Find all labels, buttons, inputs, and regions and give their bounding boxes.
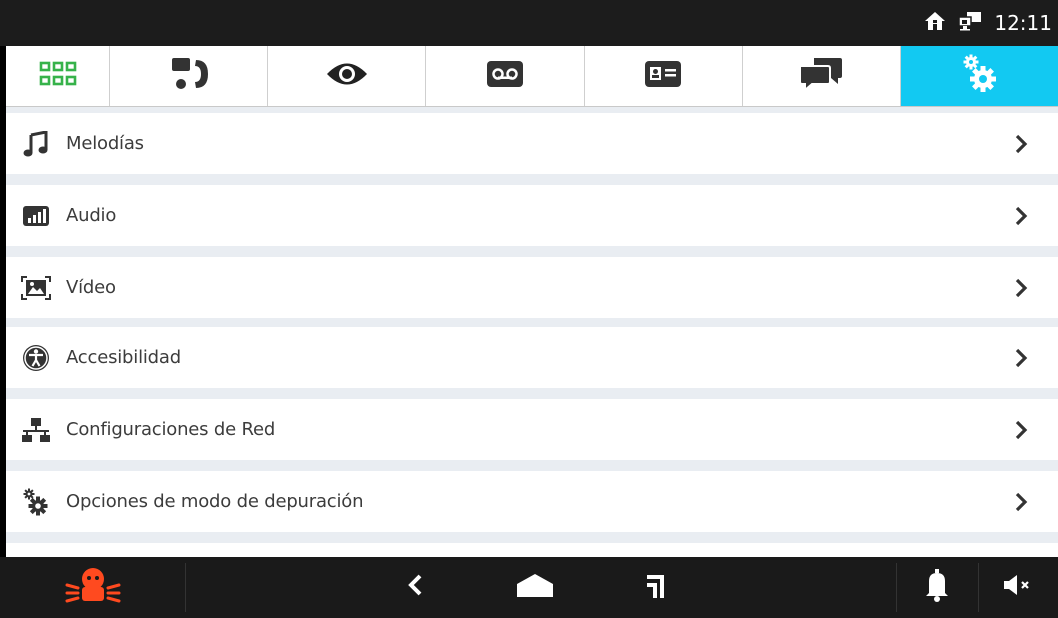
speaker-muted-icon (1003, 574, 1033, 601)
audio-level-icon (6, 185, 66, 246)
recent-apps-icon (643, 571, 667, 604)
tab-voicemail[interactable] (426, 46, 585, 106)
contact-card-icon (643, 59, 683, 94)
chevron-right-icon (1014, 257, 1028, 318)
alarm-burglar-icon (64, 565, 122, 610)
mute-button[interactable] (978, 557, 1058, 618)
settings-item-label: Accesibilidad (66, 347, 181, 368)
tab-apps[interactable] (6, 46, 110, 106)
alarm-button[interactable] (0, 557, 185, 618)
network-icon (6, 399, 66, 460)
chat-bubbles-icon (798, 56, 844, 97)
settings-list-end (6, 543, 1058, 557)
video-image-icon (6, 257, 66, 318)
chevron-right-icon (1014, 327, 1028, 388)
tab-settings[interactable] (900, 46, 1058, 106)
notifications-button[interactable] (896, 557, 978, 618)
accessibility-icon (6, 327, 66, 388)
voicemail-icon (485, 59, 525, 94)
network-monitor-icon (958, 11, 982, 36)
chevron-right-icon (1014, 471, 1028, 532)
settings-item-accesibilidad[interactable]: Accesibilidad (6, 327, 1058, 388)
settings-item-audio[interactable]: Audio (6, 185, 1058, 246)
settings-item-label: Configuraciones de Red (66, 419, 276, 440)
status-time: 12:11 (994, 11, 1052, 35)
intercom-handset-icon (168, 54, 210, 99)
bell-icon (924, 568, 950, 607)
chevron-right-icon (1014, 399, 1028, 460)
tab-bar (6, 46, 1058, 107)
settings-item-video[interactable]: Vídeo (6, 257, 1058, 318)
apps-grid-icon (39, 61, 77, 92)
status-bar: 12:11 (0, 0, 1058, 46)
settings-item-red[interactable]: Configuraciones de Red (6, 399, 1058, 460)
home-nav-icon (515, 572, 555, 603)
settings-list: Melodías Audio Vídeo Accesibilidad Confi… (6, 107, 1058, 557)
settings-item-label: Audio (66, 205, 117, 226)
tab-messages[interactable] (743, 46, 901, 106)
recent-apps-button[interactable] (630, 557, 680, 618)
settings-item-label: Opciones de modo de depuración (66, 491, 364, 512)
chevron-right-icon (1014, 113, 1028, 174)
divider (185, 563, 186, 612)
bottom-nav-bar (0, 557, 1058, 618)
tab-intercom[interactable] (110, 46, 269, 106)
settings-item-label: Vídeo (66, 277, 116, 298)
eye-icon (325, 59, 369, 94)
chevron-right-icon (1014, 185, 1028, 246)
settings-item-melodias[interactable]: Melodías (6, 113, 1058, 174)
music-note-icon (6, 113, 66, 174)
settings-item-label: Melodías (66, 133, 144, 154)
home-button[interactable] (505, 557, 565, 618)
settings-gears-icon (957, 52, 1001, 101)
tab-contacts[interactable] (585, 46, 743, 106)
back-button[interactable] (390, 557, 440, 618)
tab-camera-view[interactable] (268, 46, 427, 106)
status-right: 12:11 (924, 0, 1052, 46)
debug-gears-icon (6, 471, 66, 532)
back-icon (406, 573, 424, 602)
settings-item-depuracion[interactable]: Opciones de modo de depuración (6, 471, 1058, 532)
home-icon (924, 11, 946, 36)
